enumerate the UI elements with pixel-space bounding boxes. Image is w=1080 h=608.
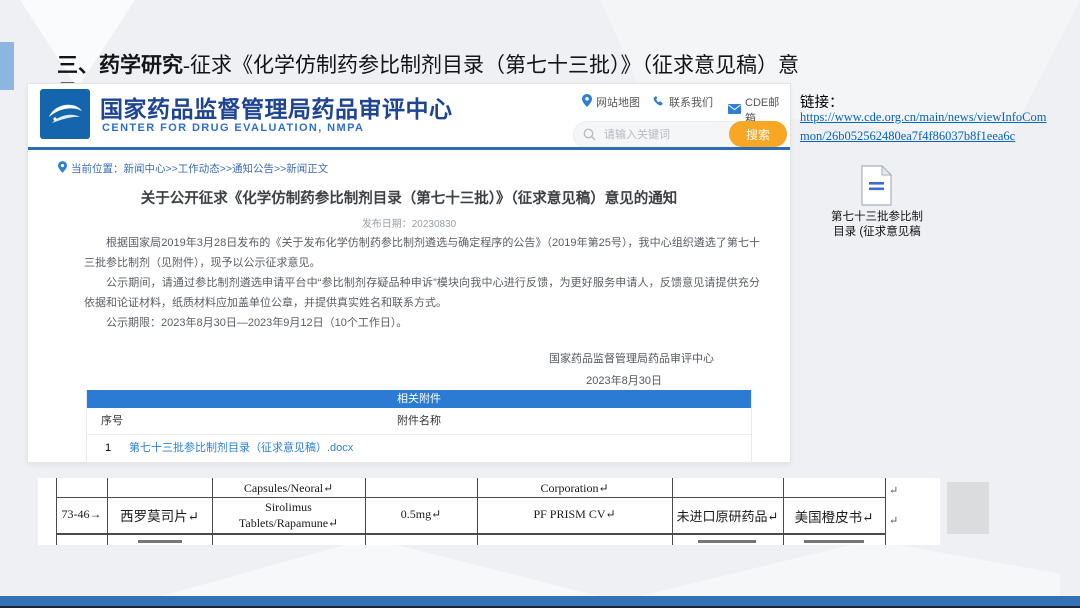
row-import-status: 未进口原研药品↵ — [672, 506, 783, 525]
phone-icon — [653, 95, 665, 110]
nav-sitemap-label: 网站地图 — [596, 94, 640, 110]
cde-url-line1[interactable]: https://www.cde.org.cn/main/news/viewInf… — [800, 110, 1047, 125]
row-drug-name-cn: 西罗莫司片↵ — [107, 505, 212, 525]
signature-org: 国家药品监督管理局药品审评中心 — [549, 350, 714, 366]
attachment-number: 1 — [105, 435, 111, 462]
attached-doc-caption-line2: 目录 (征求意见稿 — [792, 225, 962, 240]
slide-title-bold: 三、药学研究 — [57, 53, 183, 77]
cde-url-line2[interactable]: mon/26b052562480ea7f4f86037b8f1eea6c — [800, 129, 1015, 144]
prev-row-company: Corporation↵ — [477, 480, 672, 496]
row-end-mark: ↵ — [889, 484, 898, 497]
slide-title-line1: 三、药学研究-征求《化学仿制药参比制剂目录（第七十三批）》（征求意见稿）意 — [57, 49, 799, 79]
signature-date: 2023年8月30日 — [586, 372, 662, 388]
attachments-columns: 序号 附件名称 — [87, 408, 751, 435]
nav-contact[interactable]: 联系我们 — [653, 94, 713, 110]
attachments-table: 相关附件 序号 附件名称 1 第七十三批参比制剂目录（征求意见稿）.docx — [86, 390, 752, 463]
site-subtitle: CENTER FOR DRUG EVALUATION, NMPA — [102, 122, 364, 134]
table-gridline — [885, 478, 886, 545]
table-scroll-block — [947, 482, 989, 534]
site-title: 国家药品监督管理局药品审评中心 — [100, 90, 453, 124]
slide: 三、药学研究-征求《化学仿制药参比制剂目录（第七十三批）》（征求意见稿）意 见 … — [0, 0, 1080, 608]
background-polygon — [640, 540, 1060, 596]
clipped-text — [804, 540, 864, 543]
search-button[interactable]: 搜索 — [729, 121, 787, 147]
search-bar: 搜索 — [573, 121, 787, 149]
reference-preparation-table: Capsules/Neoral↵ Corporation↵ 73-46→ 西罗莫… — [38, 478, 940, 545]
attachment-row: 1 第七十三批参比制剂目录（征求意见稿）.docx — [87, 435, 751, 462]
nav-sitemap[interactable]: 网站地图 — [582, 94, 640, 110]
table-gridline — [56, 497, 885, 498]
header-divider — [28, 147, 790, 150]
link-label: 链接： — [800, 91, 844, 112]
attached-doc-caption-line1: 第七十三批参比制 — [792, 210, 962, 225]
attached-doc-caption: 第七十三批参比制 目录 (征求意见稿 — [792, 210, 962, 240]
search-input[interactable] — [602, 123, 736, 147]
col-附件名称: 附件名称 — [87, 408, 751, 434]
row-strength: 0.5mg↵ — [365, 507, 477, 522]
notice-body: 根据国家局2019年3月28日发布的《关于发布化学仿制药参比制剂遴选与确定程序的… — [84, 233, 760, 333]
row-drug-name-en-line1: Sirolimus — [212, 499, 365, 515]
notice-paragraph-2: 公示期间，请通过参比制剂遴选申请平台中“参比制剂存疑品种申诉”模块向我中心进行反… — [84, 273, 760, 313]
attachment-file-link[interactable]: 第七十三批参比制剂目录（征求意见稿）.docx — [129, 435, 353, 462]
notice-publish-date: 发布日期：20230830 — [28, 215, 790, 230]
row-source: 美国橙皮书↵ — [783, 506, 885, 526]
attached-doc-icon[interactable] — [861, 165, 892, 211]
envelope-icon — [728, 104, 741, 117]
row-drug-name-en-line2: Tablets/Rapamune↵ — [212, 515, 365, 531]
row-company: PF PRISM CV↵ — [477, 507, 672, 522]
nav-contact-label: 联系我们 — [669, 94, 713, 110]
notice-title: 关于公开征求《化学仿制药参比制剂目录（第七十三批）》（征求意见稿）意见的通知 — [28, 187, 790, 208]
table-gridline — [56, 533, 885, 535]
row-end-mark: ↵ — [889, 514, 898, 527]
title-accent-bar — [0, 42, 14, 90]
clipped-text — [138, 540, 182, 543]
background-polygon — [120, 538, 640, 596]
breadcrumb[interactable]: 当前位置：新闻中心>>工作动态>>通知公告>>新闻正文 — [58, 161, 328, 176]
row-drug-name-en: Sirolimus Tablets/Rapamune↵ — [212, 499, 365, 531]
slide-footer-bar — [0, 596, 1080, 606]
row-number: 73-46→ — [56, 507, 107, 522]
prev-row-brand: Capsules/Neoral↵ — [212, 480, 365, 496]
search-icon — [583, 128, 596, 146]
attachments-header: 相关附件 — [87, 390, 751, 408]
cde-logo-icon — [40, 89, 90, 144]
breadcrumb-text: 当前位置：新闻中心>>工作动态>>通知公告>>新闻正文 — [71, 161, 328, 176]
notice-paragraph-1: 根据国家局2019年3月28日发布的《关于发布化学仿制药参比制剂遴选与确定程序的… — [84, 233, 760, 273]
slide-title-rest: -征求《化学仿制药参比制剂目录（第七十三批）》（征求意见稿）意 — [183, 53, 799, 77]
clipped-text — [698, 540, 756, 543]
cde-website-screenshot: 国家药品监督管理局药品审评中心 CENTER FOR DRUG EVALUATI… — [28, 84, 790, 462]
location-pin-icon — [582, 94, 592, 110]
location-pin-icon — [58, 161, 67, 176]
notice-paragraph-3: 公示期限：2023年8月30日—2023年9月12日（10个工作日）。 — [84, 313, 760, 333]
